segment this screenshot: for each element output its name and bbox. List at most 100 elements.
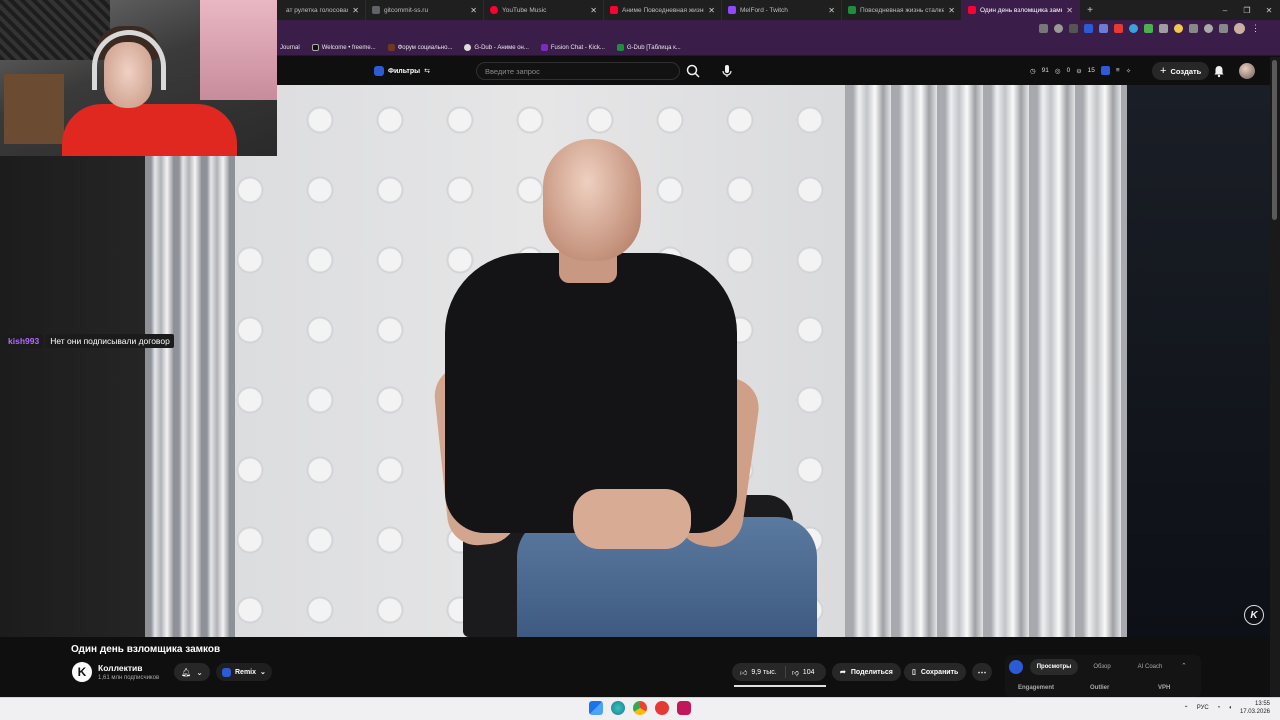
list-icon[interactable]: ≡ [1116,67,1120,74]
extension-purple-icon[interactable] [1099,24,1108,33]
plus-icon: + [1160,65,1167,77]
extension-green-icon[interactable] [1144,24,1153,33]
bookmark-gdub[interactable]: G-Dub - Аниме он... [464,44,529,51]
app-pink-icon[interactable] [677,701,691,715]
person-head [543,139,641,261]
new-tab-button[interactable]: + [1080,5,1100,16]
translate-icon[interactable] [1039,24,1048,33]
bookmark-label: Journal [280,44,300,51]
bookmark-fusion-chat[interactable]: Fusion Chat - Kick... [540,44,605,51]
scrollbar-thumb[interactable] [1272,60,1277,220]
search-input[interactable]: Введите запрос [476,62,680,80]
bell-icon: 🔔︎ [181,667,192,677]
close-icon[interactable]: ✕ [708,6,715,15]
notifications-bell-icon[interactable] [1212,64,1226,78]
tab-2[interactable]: YouTube Music ✕ [484,0,604,20]
edge-browser-icon[interactable] [611,701,625,715]
remix-button[interactable]: Remix ⌄ [216,663,272,681]
tab-0[interactable]: ат рулетка голосовая — Ne ✕ [280,0,366,20]
bookmark-journal[interactable]: Journal [280,45,300,51]
chat-text: Нет они подписывали договор [46,333,174,348]
account-avatar[interactable] [1239,63,1255,79]
maximize-button[interactable]: ❐ [1236,6,1258,15]
channel-name[interactable]: Коллектив [98,663,142,673]
extension-blue-icon[interactable] [1084,24,1093,33]
cycle-icon: ⊖ [1076,67,1082,75]
chevron-up-icon[interactable]: ⌃ [1181,662,1187,670]
share-button[interactable]: ➦ Поделиться [832,663,901,681]
tab-views[interactable]: Просмотры [1030,659,1078,675]
tab-1[interactable]: gitcommit-ss.ru ✕ [366,0,484,20]
extensions-icon[interactable] [1189,24,1198,33]
like-button[interactable]: 👍︎ 9,9 тыс. [732,666,786,678]
profile-avatar[interactable] [1234,23,1245,34]
save-button[interactable]: ▯ Сохранить [904,663,967,681]
share-icon: ➦ [840,669,846,676]
search-icon[interactable] [684,62,702,80]
channel-watermark-icon[interactable]: K [1244,605,1264,625]
tab-label: Один день взломщика замков - [980,6,1062,14]
puzzle-icon[interactable] [1069,24,1078,33]
extension-globe-icon[interactable] [1129,24,1138,33]
close-icon[interactable]: ✕ [948,6,955,15]
close-icon[interactable]: ✕ [470,6,477,15]
filters-button[interactable]: Фильтры ⇆ [374,64,430,78]
video-title: Один день взломщика замков [71,644,221,655]
create-button[interactable]: + Создать [1152,62,1210,80]
bookmark-forum[interactable]: Форум социально... [387,44,453,51]
remix-icon [222,667,231,677]
volume-icon[interactable]: ◖ [1228,705,1232,711]
sparkle-icon[interactable]: ✧ [1126,67,1131,75]
wifi-icon[interactable]: ◔ [1217,705,1221,711]
language-indicator[interactable]: РУС [1197,705,1209,711]
clock[interactable]: 13:55 17.03.2026 [1240,700,1270,716]
subscription-bell-button[interactable]: 🔔︎ ⌄ [174,663,210,681]
extension-shield-icon[interactable] [1159,24,1168,33]
channel-avatar[interactable]: K [72,662,92,682]
chevron-up-icon[interactable]: ⌃ [1184,705,1189,712]
youtube-icon [610,6,618,14]
extension-red-icon[interactable] [1114,24,1123,33]
chrome-browser-icon[interactable] [633,701,647,715]
window-controls: – ❐ ✕ [1214,0,1280,20]
video-player[interactable]: K [0,85,1270,637]
close-icon[interactable]: ✕ [1066,6,1073,15]
tab-label: gitcommit-ss.ru [384,6,429,14]
background-wall [200,0,277,100]
minimize-button[interactable]: – [1214,6,1236,15]
close-icon[interactable]: ✕ [352,6,359,15]
analytics-extension-icon[interactable] [1009,660,1023,674]
more-actions-button[interactable]: ⋯ [972,663,992,681]
microphone-icon[interactable] [718,62,736,80]
menu-icon[interactable]: ⋮ [1251,23,1260,34]
sliders-icon: ⇆ [424,68,430,75]
bookmark-freeme[interactable]: Welcome • freeme... [311,44,376,51]
extension-icon[interactable] [1100,66,1110,75]
tab-overview[interactable]: Обзор [1084,659,1120,675]
streamer-webcam [0,0,277,156]
gdub-icon [464,44,472,51]
like-ratio-bar [734,685,826,687]
bookmark-gdub-sheet[interactable]: G-Dub [Таблица к... [616,44,681,51]
app-red-icon[interactable] [655,701,669,715]
tab-6-active[interactable]: Один день взломщика замков - ✕ [962,0,1080,20]
person-hands [573,489,691,549]
star-icon[interactable] [1054,24,1063,33]
tab-5[interactable]: Повседневная жизнь сталкера м ✕ [842,0,962,20]
forum-icon [387,44,395,51]
tab-3[interactable]: Аниме Повседневная жизнь ста ✕ [604,0,722,20]
dislike-button[interactable]: 👎︎ 104 [786,668,821,677]
close-window-button[interactable]: ✕ [1258,6,1280,15]
close-icon[interactable]: ✕ [590,6,597,15]
tab-4[interactable]: MelFord - Twitch ✕ [722,0,842,20]
sidebar-icon[interactable] [1219,24,1228,33]
refresh-icon[interactable] [1204,24,1213,33]
bookmark-label: Форум социально... [397,44,453,51]
tab-ai-coach[interactable]: AI Coach [1128,659,1172,675]
save-label: Сохранить [920,668,959,676]
close-icon[interactable]: ✕ [828,6,835,15]
video-frame[interactable] [145,85,1127,637]
extension-yellow-icon[interactable] [1174,24,1183,33]
windows-start-icon[interactable] [589,701,603,715]
tab-label: Аниме Повседневная жизнь ста [622,6,704,14]
